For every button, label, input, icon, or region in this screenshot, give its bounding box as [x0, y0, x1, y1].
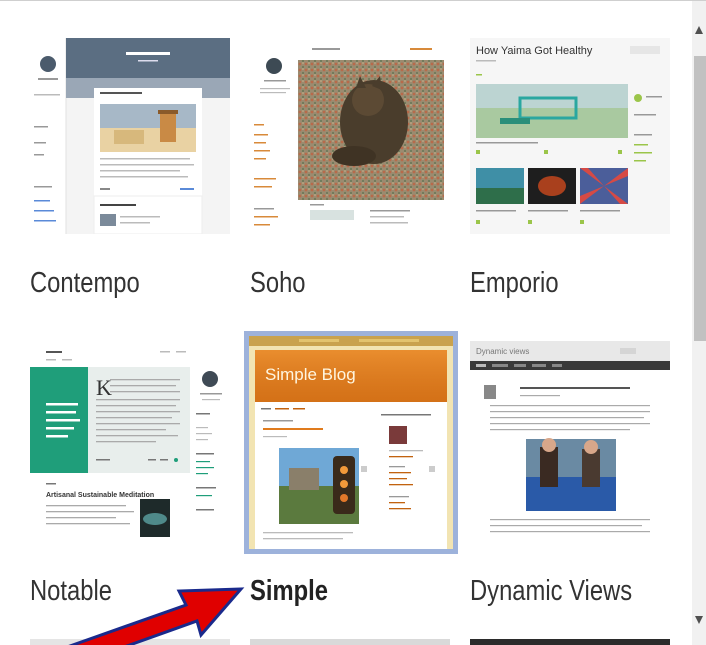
template-thumbnail-soho[interactable]	[250, 38, 450, 234]
template-label-dynamic-views[interactable]: Dynamic Views	[470, 575, 632, 608]
template-label-soho[interactable]: Soho	[250, 267, 306, 300]
partial-thumbnail[interactable]	[470, 639, 670, 645]
contempo-preview-image	[30, 38, 230, 234]
emporio-preview-image: How Yaima Got Healthy	[470, 38, 670, 234]
vertical-scrollbar[interactable]	[692, 1, 706, 645]
partial-thumbnail[interactable]	[30, 639, 230, 645]
template-label-notable[interactable]: Notable	[30, 575, 112, 608]
next-row-thumbnails-partial	[0, 631, 692, 645]
template-thumbnail-simple[interactable]: Simple Blog	[244, 331, 458, 554]
template-thumbnail-notable[interactable]: K Artisanal Sustainable Meditation	[30, 341, 230, 537]
template-label-emporio[interactable]: Emporio	[470, 267, 559, 300]
simple-preview-image: Simple Blog	[249, 336, 453, 549]
scrollbar-thumb[interactable]	[694, 56, 706, 341]
template-thumbnail-emporio[interactable]: How Yaima Got Healthy	[470, 38, 670, 234]
emporio-preview-title: How Yaima Got Healthy	[476, 45, 593, 57]
template-thumbnail-contempo[interactable]	[30, 38, 230, 234]
svg-text:K: K	[96, 375, 112, 400]
simple-preview-title: Simple Blog	[265, 365, 356, 384]
dynamic-views-preview-title: Dynamic views	[476, 347, 529, 356]
template-thumbnail-dynamic-views[interactable]: Dynamic views	[470, 341, 670, 537]
triangle-up-icon[interactable]	[693, 23, 705, 37]
partial-thumbnail[interactable]	[250, 639, 450, 645]
dynamic-views-preview-image: Dynamic views	[470, 341, 670, 537]
template-picker: Contempo Soho How Yaima Got Healthy Empo…	[0, 0, 706, 645]
triangle-down-icon[interactable]	[693, 613, 705, 627]
soho-preview-image	[250, 38, 450, 234]
template-label-contempo[interactable]: Contempo	[30, 267, 140, 300]
notable-preview-image: K Artisanal Sustainable Meditation	[30, 341, 230, 537]
notable-preview-heading: Artisanal Sustainable Meditation	[46, 492, 154, 499]
template-label-simple[interactable]: Simple	[250, 575, 328, 608]
